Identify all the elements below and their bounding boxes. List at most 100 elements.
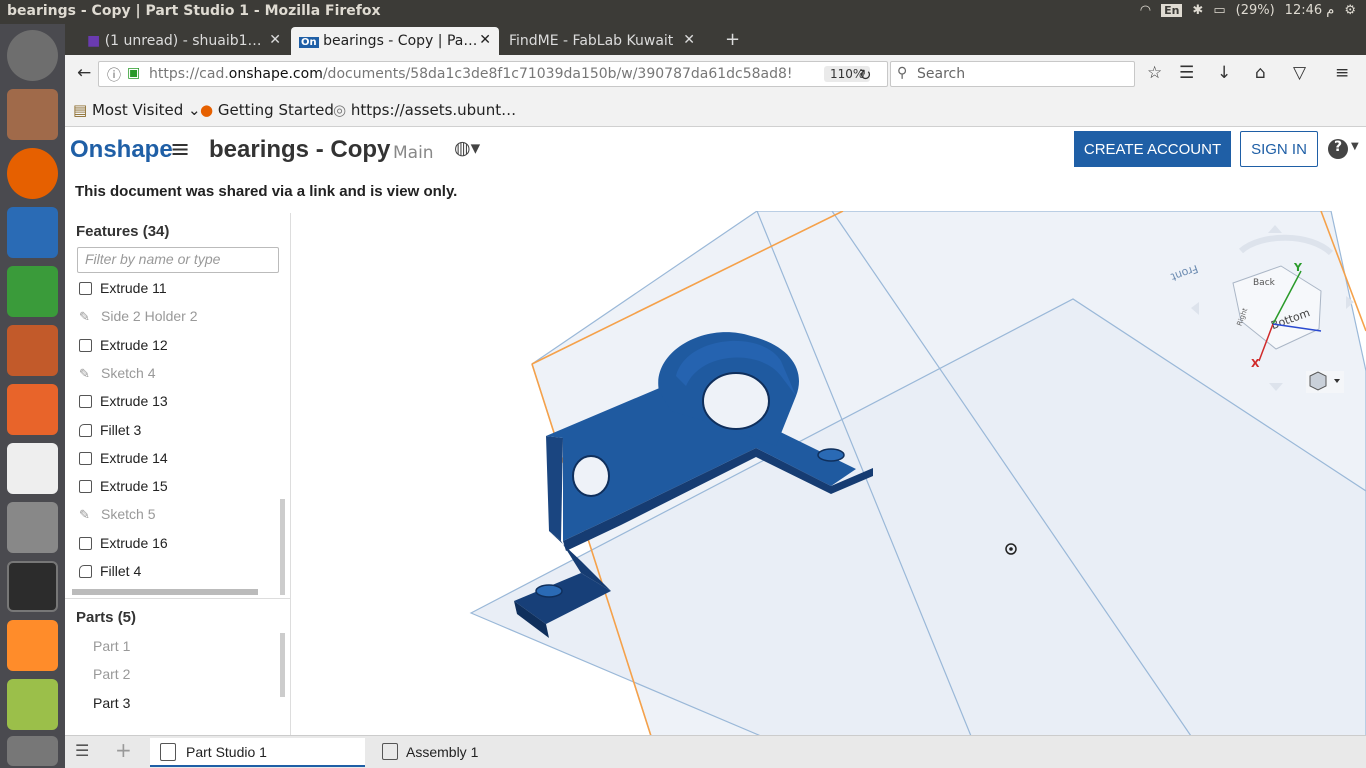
panel-divider	[65, 598, 291, 599]
feature-item[interactable]: ✎ Side 2 Holder 2	[79, 308, 198, 328]
onshape-logo[interactable]: Onshape	[70, 136, 173, 164]
feature-item[interactable]: Extrude 15	[79, 478, 168, 498]
terminal-icon[interactable]	[7, 561, 58, 612]
reading-list-icon[interactable]: ☰	[1179, 63, 1194, 83]
ubuntu-dash-icon[interactable]	[7, 30, 58, 81]
downloads-icon[interactable]: ↓	[1217, 63, 1231, 83]
feature-list-scrollbar[interactable]	[280, 499, 285, 595]
workspace-name: Main	[393, 143, 434, 163]
lock-icon: ▣	[127, 65, 141, 81]
calc-icon[interactable]	[7, 266, 58, 317]
feature-filter-input[interactable]: Filter by name or type	[77, 247, 279, 273]
tab-part-studio[interactable]: Part Studio 1	[150, 738, 365, 767]
image-viewer-icon[interactable]	[7, 679, 58, 730]
add-tab-icon[interactable]: +	[115, 738, 132, 762]
feature-item[interactable]: Extrude 13	[79, 393, 168, 413]
back-arrow-icon[interactable]: ←	[77, 63, 91, 83]
create-account-button[interactable]: CREATE ACCOUNT	[1074, 131, 1231, 167]
battery-icon[interactable]: ▭	[1213, 3, 1225, 18]
part-item[interactable]: Part 1	[93, 638, 130, 654]
feature-item[interactable]: ✎ Sketch 4	[79, 365, 155, 385]
tab-findme[interactable]: FindME - FabLab Kuwait ✕	[501, 27, 703, 55]
feature-item[interactable]: Extrude 12	[79, 337, 168, 357]
feature-item[interactable]: Extrude 14	[79, 450, 168, 470]
navigation-toolbar: ← ⓘ ▣ https://cad.onshape.com/documents/…	[65, 55, 1366, 93]
help-chevron-icon[interactable]: ▼	[1351, 141, 1359, 152]
firefox-icon[interactable]	[7, 148, 58, 199]
battery-level[interactable]: (29%)	[1236, 3, 1275, 18]
origin-dot	[1009, 547, 1013, 551]
keyboard-layout-indicator[interactable]: En	[1161, 4, 1183, 17]
clock[interactable]: 12:46 م	[1285, 3, 1335, 18]
tab-mail[interactable]: ■ (1 unread) - shuaib1… ✕	[79, 27, 289, 55]
fillet-icon	[79, 424, 92, 437]
ubuntu-launcher	[0, 24, 65, 768]
home-icon[interactable]: ⌂	[1255, 63, 1266, 83]
wifi-icon[interactable]: ◠	[1140, 3, 1151, 18]
tab-onshape[interactable]: On bearings - Copy | Pa… ✕	[291, 27, 499, 55]
model-canvas[interactable]: Front Back Bottom Right Y X	[291, 211, 1366, 736]
menu-icon[interactable]: ≡	[1335, 63, 1349, 83]
feature-label: Extrude 13	[100, 393, 168, 409]
bookmark-getting-started[interactable]: ● Getting Started	[200, 101, 334, 119]
feature-label: Fillet 3	[100, 422, 142, 438]
system-settings-icon[interactable]	[7, 502, 58, 553]
browser-tab-bar: ■ (1 unread) - shuaib1… ✕ On bearings - …	[65, 24, 1366, 55]
amazon-icon[interactable]	[7, 443, 58, 494]
part-item[interactable]: Part 3	[93, 695, 130, 711]
bookmark-most-visited[interactable]: ▤ Most Visited ⌄	[73, 101, 201, 119]
impress-icon[interactable]	[7, 325, 58, 376]
site-info-icon[interactable]: ⓘ	[107, 65, 121, 85]
search-input[interactable]: ⚲ Search	[890, 61, 1135, 87]
feature-item[interactable]: ✎ Sketch 5	[79, 506, 155, 526]
part-item[interactable]: Part 2	[93, 666, 130, 682]
feature-label: Sketch 5	[101, 506, 156, 522]
feature-item[interactable]: Extrude 16	[79, 535, 168, 555]
public-globe-icon[interactable]: ◍▾	[454, 137, 480, 159]
render-mode-menu[interactable]	[1306, 371, 1344, 393]
mount-hole	[817, 448, 845, 462]
writer-icon[interactable]	[7, 207, 58, 258]
horizontal-scrollbar[interactable]	[72, 589, 258, 595]
y-axis-label: Y	[1293, 261, 1303, 274]
pocket-icon[interactable]: ▽	[1293, 63, 1306, 83]
sign-in-button[interactable]: SIGN IN	[1240, 131, 1318, 167]
software-center-icon[interactable]	[7, 384, 58, 435]
sketch-icon: ✎	[79, 507, 90, 522]
close-tab-icon[interactable]: ✕	[269, 32, 281, 48]
tab-assembly[interactable]: Assembly 1	[370, 738, 585, 767]
feature-item[interactable]: Fillet 3	[79, 422, 141, 442]
url-bar[interactable]: ⓘ ▣ https://cad.onshape.com/documents/58…	[98, 61, 888, 87]
bookmark-label: https://assets.ubunt…	[350, 101, 517, 119]
parts-heading: Parts (5)	[76, 609, 137, 626]
firefox-favicon-icon: ●	[200, 101, 214, 119]
bookmark-assets-ubuntu[interactable]: ◎ https://assets.ubunt…	[333, 101, 516, 119]
view-cube-back-label[interactable]: Back	[1253, 278, 1276, 288]
hamburger-menu-icon[interactable]: ≡	[170, 135, 190, 163]
parts-scrollbar[interactable]	[280, 633, 285, 697]
bookmark-star-icon[interactable]: ☆	[1147, 63, 1162, 83]
tab-manager-icon[interactable]: ☰	[75, 741, 89, 760]
feature-label: Extrude 15	[100, 478, 168, 494]
help-icon[interactable]: ?	[1328, 139, 1348, 159]
files-icon[interactable]	[7, 89, 58, 140]
sublime-text-icon[interactable]	[7, 620, 58, 671]
bluetooth-icon[interactable]: ✱	[1192, 3, 1203, 18]
settings-gear-icon[interactable]: ⚙	[1344, 3, 1356, 18]
new-tab-button[interactable]: +	[717, 27, 741, 55]
search-placeholder: Search	[917, 66, 966, 82]
graphics-viewport[interactable]: Front Back Bottom Right Y X	[291, 211, 1366, 736]
url-domain: onshape.com	[228, 66, 323, 82]
feature-item[interactable]: Fillet 4	[79, 563, 141, 583]
tab-label: Assembly 1	[406, 744, 479, 760]
feature-label: Extrude 12	[100, 337, 168, 353]
close-tab-icon[interactable]: ✕	[479, 32, 491, 48]
disk-icon[interactable]	[7, 736, 58, 766]
sketch-icon: ✎	[79, 366, 90, 381]
close-tab-icon[interactable]: ✕	[683, 32, 695, 48]
chevron-down-icon: ⌄	[188, 101, 201, 119]
folder-icon: ▤	[73, 101, 88, 119]
onshape-favicon-icon: On	[299, 37, 319, 48]
reload-icon[interactable]: ↻	[859, 66, 872, 84]
feature-item[interactable]: Extrude 11	[79, 280, 167, 300]
